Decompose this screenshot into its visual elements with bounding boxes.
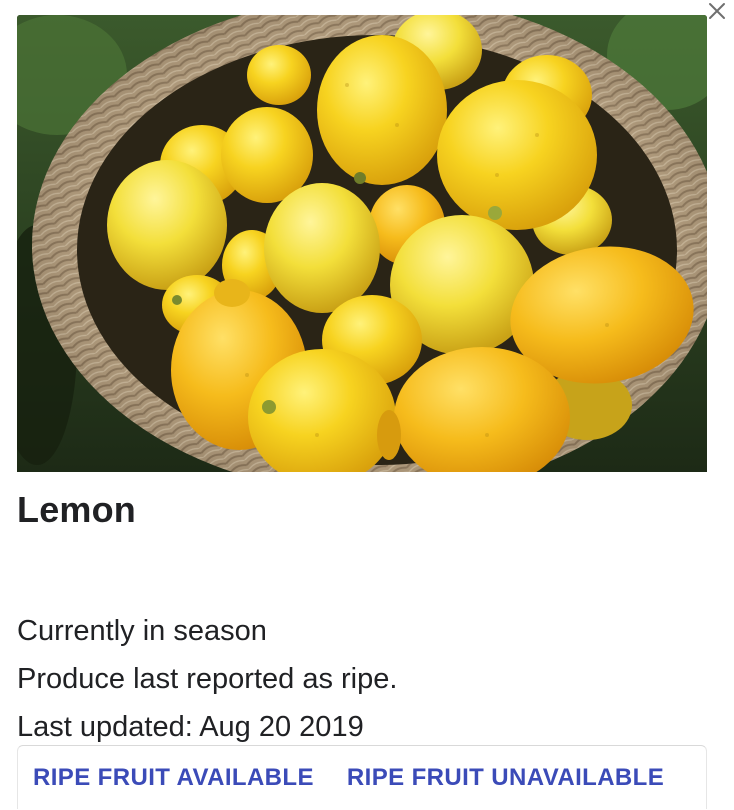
close-icon <box>709 3 725 19</box>
ripeness-status: Produce last reported as ripe. <box>17 663 398 695</box>
lemon-photo <box>17 15 707 472</box>
fruit-title: Lemon <box>17 489 137 530</box>
ripe-fruit-unavailable-button[interactable]: RIPE FRUIT UNAVAILABLE <box>347 764 664 792</box>
action-bar: RIPE FRUIT AVAILABLE RIPE FRUIT UNAVAILA… <box>17 745 707 809</box>
ripe-fruit-available-button[interactable]: RIPE FRUIT AVAILABLE <box>33 764 314 792</box>
fruit-info: Currently in season Produce last reporte… <box>17 607 397 751</box>
season-status: Currently in season <box>17 615 267 647</box>
last-updated: Last updated: Aug 20 2019 <box>17 711 364 743</box>
